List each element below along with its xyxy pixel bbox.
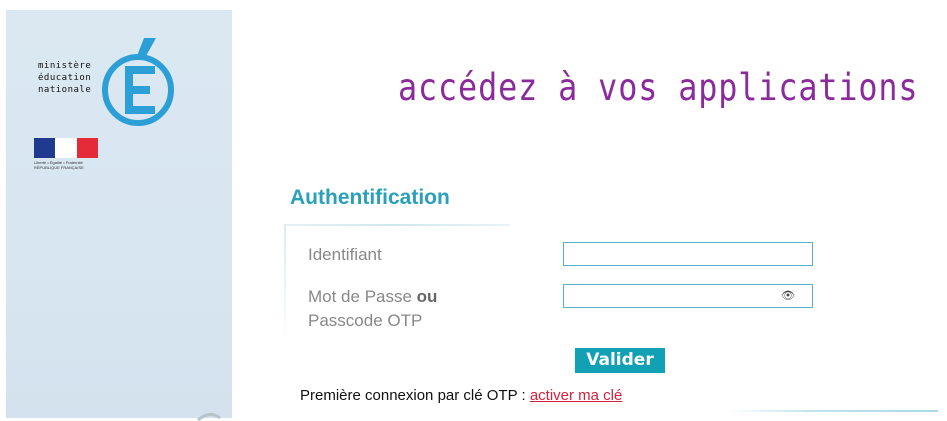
password-label-part1: Mot de Passe: [308, 287, 417, 306]
auth-vertical-divider: [284, 224, 286, 344]
logo-e-icon: [98, 36, 182, 132]
logo-line-1: ministère: [38, 61, 92, 71]
password-input[interactable]: [563, 284, 813, 308]
otp-text: Première connexion par clé OTP :: [300, 387, 530, 404]
eye-icon[interactable]: 👁: [781, 290, 795, 302]
logo-text: ministère éducation nationale: [38, 60, 91, 96]
auth-divider: [284, 224, 510, 226]
decorative-arc: [196, 408, 236, 421]
valider-button[interactable]: Valider: [575, 348, 665, 373]
flag-icon: [34, 138, 98, 158]
flag-caption: Liberté • Égalité • Fraternité RÉPUBLIQU…: [34, 160, 100, 170]
login-page: ministère éducation nationale Liberté • …: [0, 0, 947, 421]
flag-caption-line-2: RÉPUBLIQUE FRANÇAISE: [34, 165, 84, 170]
logo-line-2: éducation: [38, 73, 92, 83]
otp-activation-line: Première connexion par clé OTP : activer…: [300, 387, 622, 404]
activate-key-link[interactable]: activer ma clé: [530, 387, 623, 404]
logo-line-3: nationale: [38, 85, 92, 95]
password-label-or: ou: [416, 287, 438, 306]
password-label-part2: Passcode OTP: [308, 311, 423, 330]
sidebar: ministère éducation nationale Liberté • …: [6, 10, 232, 418]
password-label: Mot de Passe ou Passcode OTP: [308, 285, 437, 333]
identifiant-input[interactable]: [563, 242, 813, 266]
ministry-logo: ministère éducation nationale: [34, 22, 184, 132]
republic-logo: Liberté • Égalité • Fraternité RÉPUBLIQU…: [34, 138, 104, 180]
bottom-divider: [728, 410, 938, 412]
page-headline: accédez à vos applications: [398, 66, 919, 109]
auth-title: Authentification: [290, 186, 450, 209]
identifiant-label: Identifiant: [308, 245, 382, 264]
